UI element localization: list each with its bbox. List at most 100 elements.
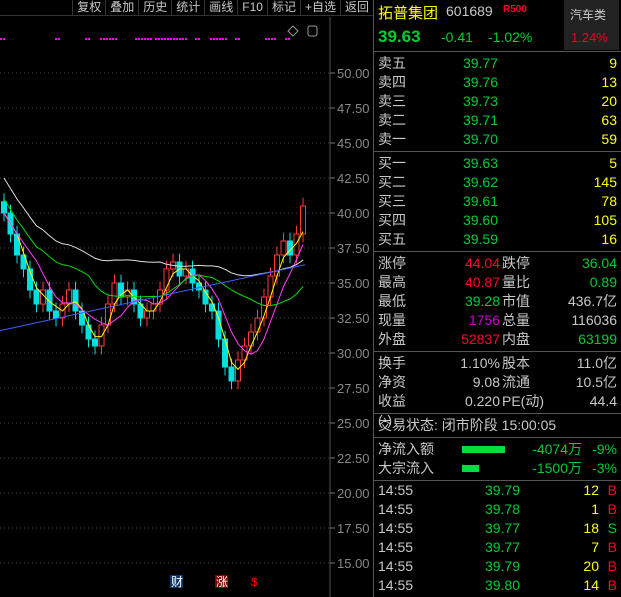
- bid-row: 买五 39.59 16: [374, 230, 621, 249]
- stat-label: 净资: [378, 374, 406, 390]
- signal-dot: [170, 38, 172, 40]
- candle-down: [228, 366, 235, 382]
- signal-dot: [155, 38, 157, 40]
- signal-dot: [285, 38, 287, 40]
- candle-up: [98, 324, 105, 347]
- candle-up: [274, 254, 280, 277]
- flow-label: 大宗流入: [378, 460, 434, 476]
- stock-code: 601689: [446, 3, 493, 19]
- signal-dot: [268, 38, 270, 40]
- level-price: 39.60: [462, 212, 498, 228]
- sector-button[interactable]: 汽车类 1.24%: [564, 0, 619, 50]
- stat-value: 11.0亿: [576, 355, 617, 371]
- toolbar-button[interactable]: 画线: [204, 0, 237, 15]
- toolbar-button[interactable]: 叠加: [105, 0, 138, 15]
- ask-row: 卖二 39.71 63: [374, 111, 621, 130]
- ma-line-mid: [3, 212, 304, 355]
- signal-dot: [173, 38, 175, 40]
- stat-value: 10.5亿: [575, 374, 617, 390]
- level-label: 买一: [378, 155, 406, 171]
- level-price: 39.76: [462, 74, 498, 90]
- signal-dot: [176, 38, 178, 40]
- stat-label: 内盘: [502, 331, 530, 347]
- level-price: 39.70: [462, 131, 498, 147]
- y-tick-label: 42.50: [337, 171, 370, 186]
- level-volume: 78: [601, 193, 617, 209]
- tick-time: 14:55: [378, 577, 414, 593]
- stat-value: 0.89: [589, 274, 617, 290]
- level-volume: 63: [601, 112, 617, 128]
- signal-dot: [195, 38, 197, 40]
- signal-dot: [138, 38, 140, 40]
- tick-list: 14:55 39.79 12 B 14:55 39.78 1 B 14:55 39.77 18 S 14…: [374, 481, 621, 595]
- stat-value: 1756: [468, 312, 500, 328]
- candle-up: [150, 303, 157, 312]
- tick-time: 14:55: [378, 539, 414, 555]
- signal-dot: [106, 38, 108, 40]
- signal-dot: [238, 38, 240, 40]
- candle-up: [254, 317, 261, 333]
- level-label: 卖三: [378, 93, 406, 109]
- candle-down: [72, 289, 79, 312]
- stat-label: 总量: [502, 312, 530, 328]
- candle-up: [66, 289, 72, 305]
- bid-row: 买一 39.63 5: [374, 154, 621, 173]
- level-label: 买四: [378, 212, 406, 228]
- last-price: 39.63: [378, 27, 421, 46]
- signal-dot: [182, 38, 184, 40]
- flow-pct: -3%: [592, 460, 617, 476]
- tick-volume: 7: [591, 539, 599, 555]
- stat-label: 最高: [378, 274, 406, 290]
- tick-side: B: [607, 482, 617, 498]
- bid-row: 买三 39.61 78: [374, 192, 621, 211]
- tick-price: 39.80: [484, 577, 520, 593]
- tick-side: S: [607, 520, 617, 536]
- level-volume: 5: [609, 155, 617, 171]
- toolbar-button[interactable]: 历史: [138, 0, 171, 15]
- diamond-icon: [287, 25, 299, 37]
- fund-row: 换手 1.10% 股本 11.0亿: [374, 354, 621, 373]
- stock-header: 拓普集团 601689 R500 39.63 -0.41 -1.02% 汽车类 …: [374, 0, 621, 52]
- signal-dot: [161, 38, 163, 40]
- toolbar-button[interactable]: +自选: [299, 0, 340, 15]
- level-price: 39.59: [462, 231, 498, 247]
- toolbar-button[interactable]: 标记: [266, 0, 300, 15]
- stat-value: 63199: [578, 331, 617, 347]
- candlestick-chart[interactable]: 50.00 47.50 45.00 42.50 40.00 37.50 35.00 32.50…: [0, 17, 373, 597]
- signal-dot: [144, 38, 146, 40]
- candle-up: [280, 240, 287, 256]
- level-volume: 105: [593, 212, 617, 228]
- toolbar-button[interactable]: 返回: [339, 0, 373, 15]
- quote-row: 外盘 52837 内盘 63199: [374, 330, 621, 349]
- stat-value: 52837: [461, 331, 500, 347]
- signal-dot: [55, 38, 57, 40]
- y-tick-label: 22.50: [337, 451, 370, 466]
- toolbar-button[interactable]: 统计: [171, 0, 204, 15]
- candle-down: [53, 310, 59, 319]
- stat-label: 市值: [502, 293, 530, 309]
- tick-time: 14:55: [378, 520, 414, 536]
- ask-row: 卖四 39.76 13: [374, 73, 621, 92]
- tick-volume: 18: [583, 520, 599, 536]
- tick-row: 14:55 39.77 18 S: [374, 519, 621, 538]
- toolbar-button[interactable]: 复权: [72, 0, 105, 15]
- stat-value: 436.7亿: [567, 293, 617, 309]
- panel-toggle-icon: [307, 25, 318, 37]
- stat-label: PE(动): [502, 393, 544, 409]
- signal-dot: [147, 38, 149, 40]
- sector-pct: 1.24%: [571, 30, 608, 45]
- flow-amount: -1500万: [532, 460, 582, 476]
- signal-dot: [213, 38, 215, 40]
- event-marker: 涨: [216, 574, 228, 589]
- toolbar-button[interactable]: F10: [237, 0, 267, 15]
- quote-panel: 拓普集团 601689 R500 39.63 -0.41 -1.02% 汽车类 …: [373, 0, 621, 597]
- stat-label: 跌停: [502, 255, 530, 271]
- flow-bar-track: [462, 440, 522, 459]
- signal-dot: [103, 38, 105, 40]
- y-tick-label: 37.50: [337, 241, 370, 256]
- signal-dot: [3, 38, 5, 40]
- signal-dot: [109, 38, 111, 40]
- ask-row: 卖三 39.73 20: [374, 92, 621, 111]
- candle-up: [300, 205, 306, 235]
- y-tick-label: 50.00: [337, 66, 370, 81]
